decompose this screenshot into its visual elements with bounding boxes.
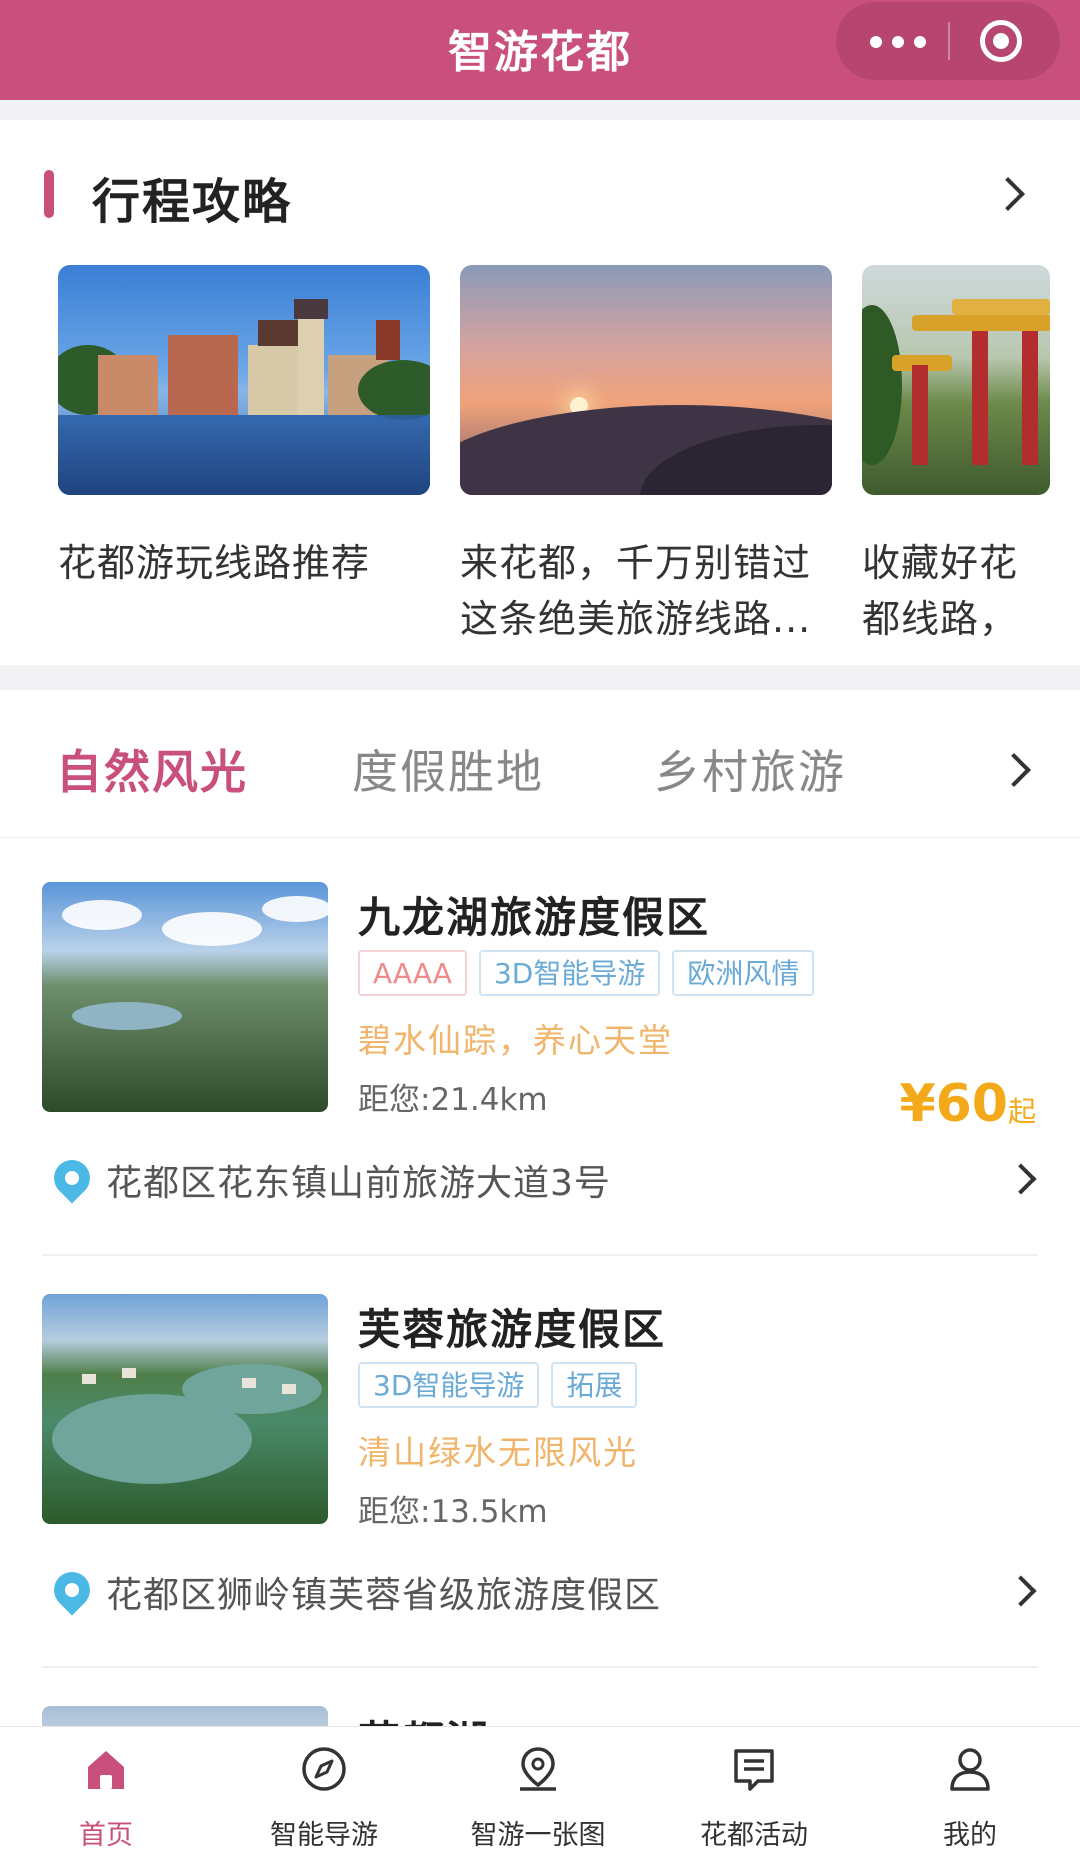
itinerary-header[interactable]: 行程攻略 (0, 158, 1080, 230)
tab-natural-scenery[interactable]: 自然风光 (56, 736, 248, 802)
nav-label: 我的 (943, 1820, 997, 1851)
chevron-right-icon[interactable] (1005, 1575, 1037, 1607)
grade-badge: AAAA (358, 950, 467, 996)
location-pin-icon (46, 1152, 98, 1204)
address-text: 花都区狮岭镇芙蓉省级旅游度假区 (106, 1575, 662, 1616)
top-bar: 智游花都 (0, 0, 1080, 100)
feature-tag: 3D智能导游 (478, 950, 661, 996)
mountain-sunset-image (460, 265, 832, 495)
price-suffix: 起 (1007, 1095, 1036, 1128)
address-row[interactable]: 花都区花东镇山前旅游大道3号 (42, 1150, 1038, 1212)
app-page: 智游花都 行程攻略 花都游玩线路推荐 来花都，千万别错过这条绝美旅游线路... … (0, 0, 1080, 1856)
card-title: 收藏好花都线路，去天 (862, 541, 1019, 641)
park-gate-image (862, 265, 1050, 495)
compass-icon (302, 1747, 346, 1791)
price-value: ¥60 (899, 1074, 1008, 1134)
distance: 距您:21.4km (358, 1082, 548, 1118)
chevron-right-icon[interactable] (1005, 1163, 1037, 1195)
card-title: 花都游玩线路推荐 (58, 541, 371, 585)
map-pin-icon (520, 1747, 556, 1791)
tag-list: 3D智能导游 拓展 (358, 1362, 649, 1410)
home-icon (88, 1751, 124, 1789)
section-title: 行程攻略 (92, 174, 293, 230)
feature-tag: 欧洲风情 (672, 950, 815, 996)
nav-map[interactable]: 智游一张图 (458, 1727, 618, 1856)
mini-program-capsule (836, 2, 1060, 80)
close-program-icon[interactable] (980, 20, 1022, 62)
castle-lake-image (58, 265, 430, 495)
tab-rural-tourism[interactable]: 乡村旅游 (654, 736, 846, 802)
address-text: 花都区花东镇山前旅游大道3号 (106, 1163, 611, 1204)
itinerary-carousel[interactable]: 花都游玩线路推荐 来花都，千万别错过这条绝美旅游线路... 收藏好花都线路， (0, 265, 1080, 665)
nav-me[interactable]: 我的 (890, 1727, 1050, 1856)
furong-resort-image (42, 1294, 328, 1524)
nav-activities[interactable]: 花都活动 (674, 1727, 834, 1856)
chevron-right-icon[interactable] (991, 177, 1025, 211)
section-accent-bar (44, 170, 54, 218)
itinerary-card[interactable]: 收藏好花都线路，去天 (862, 265, 1050, 647)
list-item[interactable]: 九龙湖旅游度假区 AAAA 3D智能导游 欧洲风情 碧水仙踪，养心天堂 距您:2… (0, 882, 1080, 1282)
category-tabs: 自然风光 度假胜地 乡村旅游 (0, 690, 1080, 838)
itinerary-card[interactable]: 来花都，千万别错过这条绝美旅游线路... (460, 265, 832, 647)
scenic-name: 九龙湖旅游度假区 (358, 893, 711, 942)
feature-tag: 3D智能导游 (358, 1362, 540, 1408)
slogan: 清山绿水无限风光 (358, 1433, 638, 1472)
nav-label: 首页 (79, 1820, 133, 1851)
chevron-right-icon[interactable] (997, 753, 1031, 787)
user-icon (950, 1748, 990, 1791)
price: ¥60起 (899, 1074, 1036, 1134)
tab-resorts[interactable]: 度假胜地 (352, 736, 544, 802)
itinerary-card[interactable]: 花都游玩线路推荐 (58, 265, 430, 647)
list-item[interactable]: 芙蓉旅游度假区 3D智能导游 拓展 清山绿水无限风光 距您:13.5km 花都区… (0, 1294, 1080, 1694)
slogan: 碧水仙踪，养心天堂 (358, 1021, 673, 1060)
tag-list: AAAA 3D智能导游 欧洲风情 (358, 950, 826, 998)
feature-tag: 拓展 (551, 1362, 638, 1408)
bottom-nav: 首页 智能导游 智游一张图 花都活动 我的 (0, 1726, 1080, 1856)
address-row[interactable]: 花都区狮岭镇芙蓉省级旅游度假区 (42, 1562, 1038, 1624)
distance: 距您:13.5km (358, 1494, 548, 1530)
card-title: 来花都，千万别错过这条绝美旅游线路... (460, 541, 812, 641)
nav-label: 智游一张图 (470, 1820, 606, 1851)
nav-smart-guide[interactable]: 智能导游 (244, 1727, 404, 1856)
scenic-category-section: 自然风光 度假胜地 乡村旅游 九龙湖旅游度假区 AAAA 3D智能导游 欧洲风情… (0, 690, 1080, 1856)
divider (42, 1666, 1038, 1668)
more-icon[interactable] (870, 32, 930, 50)
nav-home[interactable]: 首页 (26, 1727, 186, 1856)
nav-label: 智能导游 (270, 1820, 378, 1851)
divider (42, 1254, 1038, 1256)
capsule-divider (948, 22, 950, 60)
location-pin-icon (46, 1564, 98, 1616)
nav-label: 花都活动 (700, 1820, 808, 1851)
scenic-name: 芙蓉旅游度假区 (358, 1305, 667, 1354)
notice-icon (734, 1749, 774, 1791)
jiulong-lake-image (42, 882, 328, 1112)
itinerary-section: 行程攻略 花都游玩线路推荐 来花都，千万别错过这条绝美旅游线路... 收藏好花都… (0, 120, 1080, 665)
